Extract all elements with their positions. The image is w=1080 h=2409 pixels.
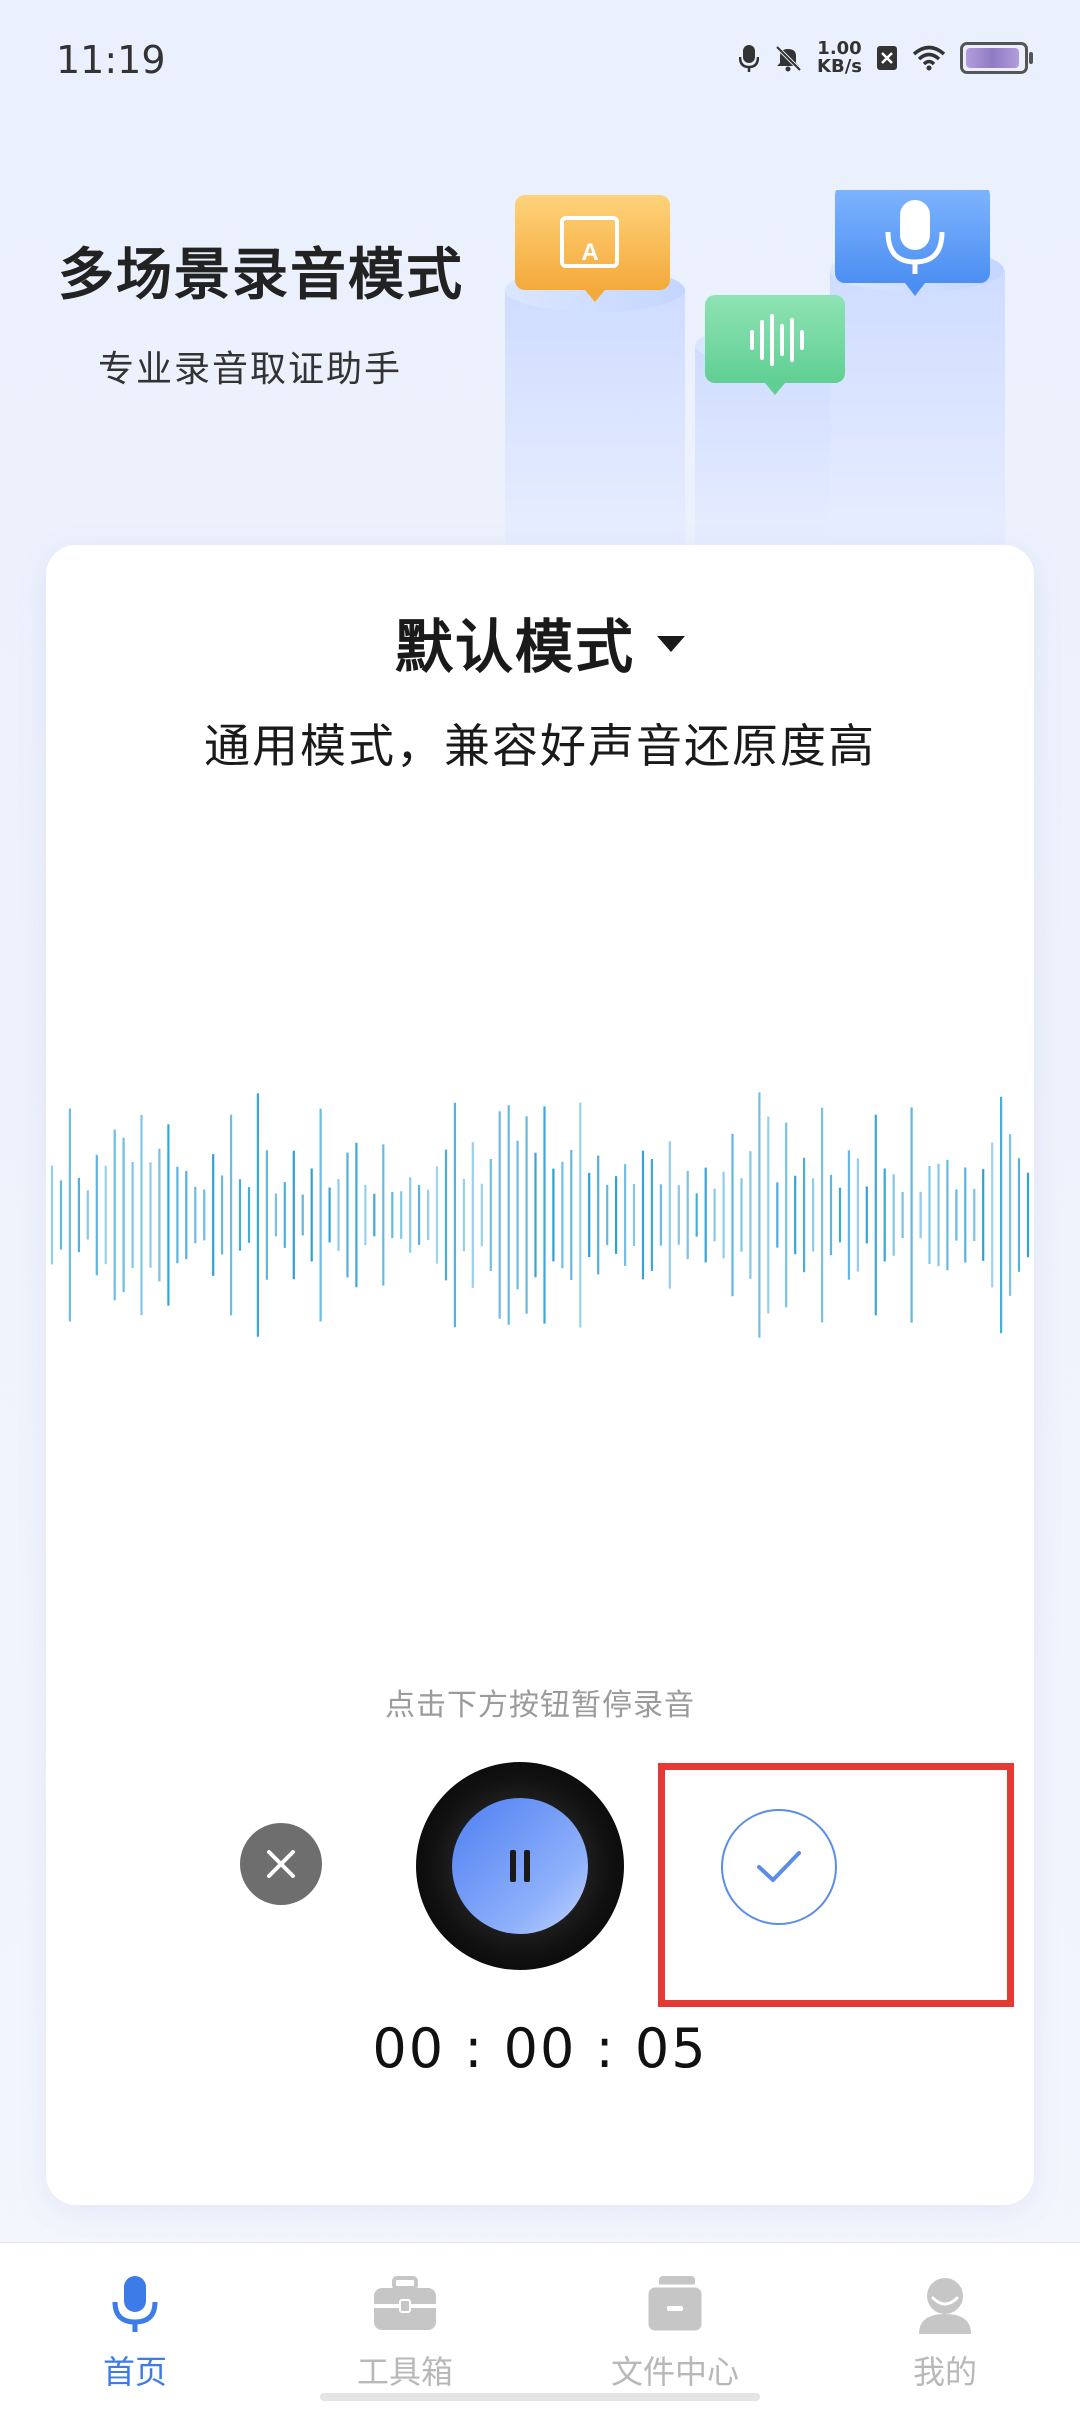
recorder-card: 默认模式 通用模式，兼容好声音还原度高 点击下方按钮暂停录音 00 : 00 :… [46,545,1034,2205]
mode-description: 通用模式，兼容好声音还原度高 [204,719,876,773]
bottom-tab-bar: 首页 工具箱 文件中心 我的 [0,2242,1080,2409]
highlight-annotation-box [658,1763,1014,2007]
hero-title: 多场景录音模式 [58,243,464,308]
status-icons: 1.00 KB/s [739,40,1033,76]
tab-home[interactable]: 首页 [0,2243,270,2409]
hero-banner: 多场景录音模式 专业录音取证助手 A [0,130,1080,550]
wifi-icon [912,45,946,71]
tab-profile[interactable]: 我的 [810,2243,1080,2409]
status-time: 11:19 [56,38,166,82]
home-indicator [320,2393,760,2401]
folder-icon [642,2271,708,2337]
recording-timer: 00 : 00 : 05 [372,2017,708,2080]
tab-home-label: 首页 [102,2353,167,2391]
cancel-recording-button[interactable] [240,1823,322,1905]
toolbox-icon [372,2271,438,2337]
battery-icon [960,42,1033,74]
pause-icon [510,1850,530,1882]
tab-file-center[interactable]: 文件中心 [540,2243,810,2409]
audio-waveform [50,1092,1030,1338]
status-bar: 11:19 1.00 KB/s [0,0,1080,130]
tab-toolbox-label: 工具箱 [356,2353,453,2391]
tab-toolbox[interactable]: 工具箱 [270,2243,540,2409]
hero-subtitle: 专业录音取证助手 [98,349,403,390]
hero-illustration: A [505,190,1005,550]
mode-selector[interactable]: 默认模式 [46,600,1034,684]
pause-hint: 点击下方按钮暂停录音 [385,1688,695,1723]
close-icon [267,1850,295,1878]
no-sim-icon [877,46,897,70]
user-icon [912,2271,978,2337]
pause-button-core [452,1798,588,1934]
mute-bell-icon [775,45,802,72]
tab-file-center-label: 文件中心 [610,2353,739,2391]
microphone-icon [102,2271,168,2337]
network-speed: 1.00 KB/s [817,40,862,76]
caret-down-icon[interactable] [657,636,685,652]
mode-title[interactable]: 默认模式 [395,600,635,684]
battery-level [966,48,1020,68]
svg-text:A: A [581,239,598,266]
microphone-status-icon [739,45,760,72]
network-speed-unit: KB/s [817,56,862,77]
tab-profile-label: 我的 [912,2353,977,2391]
pause-recording-button[interactable] [416,1762,624,1970]
